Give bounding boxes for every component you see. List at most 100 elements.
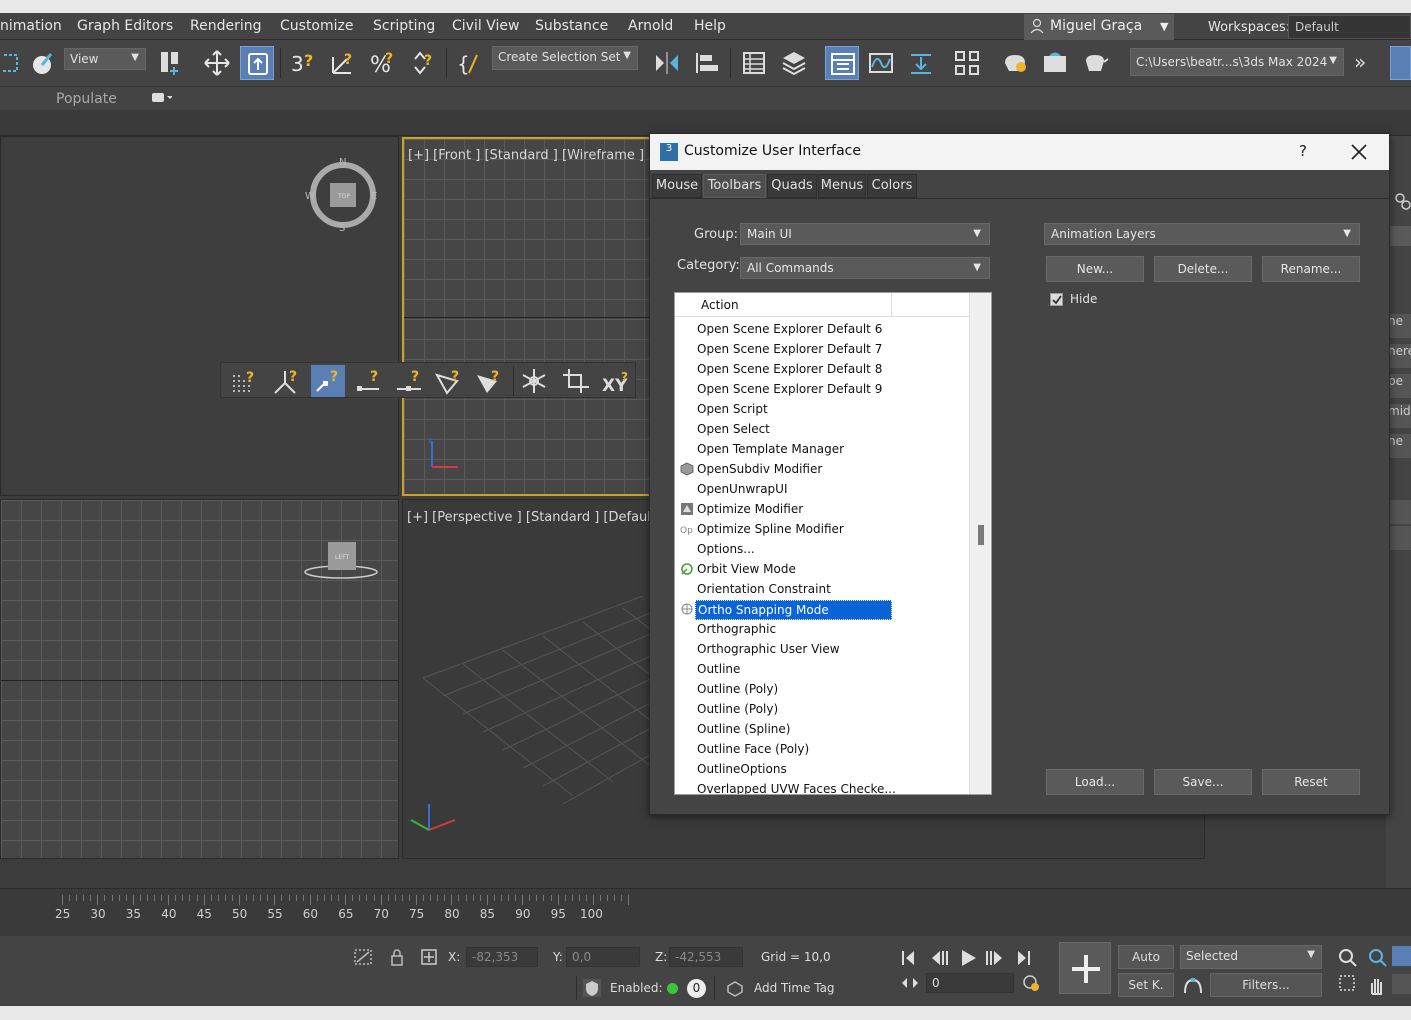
add-time-tag[interactable]: Add Time Tag — [754, 981, 835, 995]
command-panel-field[interactable] — [1388, 500, 1411, 524]
load-button[interactable]: Load... — [1046, 769, 1144, 795]
action-list[interactable]: Action Open Scene Explorer Default 6 Open… — [674, 292, 992, 795]
action-list-item[interactable]: Outline (Poly) — [675, 699, 969, 719]
user-account-dropdown[interactable]: Miguel Graça ▼ — [1024, 14, 1174, 40]
move-button[interactable] — [200, 46, 234, 80]
action-list-item[interactable]: OpenSubdiv Modifier — [675, 459, 969, 479]
vertex-snap-button[interactable]: ? — [311, 365, 345, 397]
named-selection-dropdown[interactable]: Create Selection Set ▼ — [492, 46, 638, 70]
action-list-item[interactable]: Open Scene Explorer Default 7 — [675, 339, 969, 359]
toolbar-dropdown[interactable]: Animation Layers ▼ — [1044, 223, 1360, 245]
category-dropdown[interactable]: All Commands ▼ — [740, 257, 990, 279]
action-list-scrollbar[interactable] — [969, 293, 991, 794]
scrollbar-thumb[interactable] — [978, 525, 984, 545]
action-list-item[interactable]: Outline (Poly) — [675, 679, 969, 699]
zoom-icon[interactable] — [1338, 948, 1358, 968]
key-tangent-icon[interactable] — [1182, 974, 1204, 996]
tab-colors[interactable]: Colors — [867, 174, 917, 198]
x-coord-field[interactable]: -82,353 — [466, 947, 538, 967]
absolute-mode-icon[interactable] — [420, 948, 438, 966]
action-list-item[interactable]: Orthographic User View — [675, 639, 969, 659]
reference-coord-dropdown[interactable]: View ▼ — [64, 48, 146, 70]
action-list-item[interactable]: Outline Face (Poly) — [675, 739, 969, 759]
action-list-item[interactable]: Ortho Snapping Mode — [675, 599, 969, 620]
workspaces-dropdown[interactable]: Default — [1288, 15, 1411, 39]
schematic-view-button[interactable] — [950, 46, 984, 80]
action-list-item[interactable]: Open Scene Explorer Default 8 — [675, 359, 969, 379]
group-dropdown[interactable]: Main UI ▼ — [740, 223, 990, 245]
menu-scripting[interactable]: Scripting — [373, 18, 435, 34]
link-icon[interactable] — [1394, 192, 1411, 212]
menu-animation[interactable]: nimation — [0, 18, 62, 34]
rename-toolbar-button[interactable]: Rename... — [1262, 256, 1360, 282]
time-tag-icon[interactable] — [726, 980, 744, 998]
percent-snap-button[interactable]: %? — [366, 46, 400, 80]
set-key-mode-button[interactable]: Set K. — [1118, 973, 1174, 997]
align-button[interactable] — [690, 46, 724, 80]
menu-help[interactable]: Help — [694, 18, 726, 34]
current-frame-field[interactable]: 0 — [926, 973, 1014, 993]
pan-hand-icon[interactable] — [1366, 974, 1388, 996]
menu-customize[interactable]: Customize — [280, 18, 354, 34]
command-panel-button[interactable]: pe — [1388, 374, 1411, 398]
dope-sheet-button[interactable] — [904, 46, 938, 80]
tab-mouse[interactable]: Mouse — [652, 174, 702, 198]
zoom-region-icon[interactable] — [1338, 974, 1358, 994]
tab-toolbars[interactable]: Toolbars — [703, 174, 766, 198]
pivot-button[interactable] — [154, 46, 188, 80]
rendered-frame-window-button[interactable] — [1038, 46, 1072, 80]
front-viewport-label[interactable]: [+] [Front ] [Standard ] [Wireframe ] — [408, 148, 644, 163]
help-button[interactable]: ? — [1294, 142, 1312, 162]
grid-points-snap-button[interactable]: ? — [227, 365, 261, 397]
key-filters-button[interactable]: Filters... — [1210, 973, 1322, 997]
menu-rendering[interactable]: Rendering — [190, 18, 262, 34]
menu-arnold[interactable]: Arnold — [628, 18, 673, 34]
hide-checkbox[interactable] — [1050, 293, 1063, 306]
command-panel-button[interactable]: here — [1388, 344, 1411, 368]
timeline-track[interactable]: 25 30 35 40 45 50 55 60 65 70 75 80 85 90 95 100 — [0, 888, 1411, 936]
delete-toolbar-button[interactable]: Delete... — [1154, 256, 1252, 282]
snap-to-frozen-button[interactable] — [517, 365, 551, 397]
paint-select-button[interactable] — [26, 46, 60, 80]
spinner-snap-button[interactable]: ? — [406, 46, 440, 80]
zoom-all-icon[interactable] — [1366, 948, 1388, 968]
selection-lock-icon[interactable] — [353, 946, 377, 968]
more-tools-icon[interactable]: » — [1354, 50, 1366, 74]
angle-snap-button[interactable]: ? — [326, 46, 360, 80]
scene-explorer-button[interactable] — [737, 46, 771, 80]
action-list-item[interactable]: Open Template Manager — [675, 439, 969, 459]
action-list-item[interactable]: Options... — [675, 539, 969, 559]
command-panel-button[interactable]: mid — [1388, 404, 1411, 428]
action-list-item[interactable]: OpenUnwrapUI — [675, 479, 969, 499]
time-configuration-icon[interactable] — [1022, 974, 1040, 992]
new-toolbar-button[interactable]: New... — [1046, 256, 1144, 282]
action-list-item[interactable]: Op Optimize Spline Modifier — [675, 519, 969, 539]
mirror-button[interactable] — [650, 46, 684, 80]
action-list-item[interactable]: Overlapped UVW Faces Checke... — [675, 779, 969, 794]
reset-button[interactable]: Reset — [1262, 769, 1360, 795]
action-list-item[interactable]: Outline — [675, 659, 969, 679]
select-manipulate-button[interactable] — [240, 46, 274, 80]
menu-civil-view[interactable]: Civil View — [452, 18, 519, 34]
ribbon-options-icon[interactable] — [152, 92, 172, 104]
z-coord-field[interactable]: -42,553 — [669, 947, 743, 967]
action-list-item[interactable]: Open Scene Explorer Default 6 — [675, 319, 969, 339]
edge-snap-button[interactable]: ? — [473, 365, 507, 397]
y-coord-field[interactable]: 0,0 — [566, 947, 640, 967]
close-icon[interactable] — [1348, 141, 1370, 163]
viewcube-left-icon[interactable]: LEFT — [301, 538, 381, 582]
command-panel-field[interactable] — [1388, 526, 1411, 550]
render-setup-button[interactable] — [998, 46, 1032, 80]
midpoint-snap-button[interactable]: ? — [393, 365, 427, 397]
render-production-button[interactable] — [1078, 46, 1112, 80]
viewcube-compass-icon[interactable]: TOP N S W E — [305, 155, 381, 233]
viewport-left[interactable]: LEFT — [0, 499, 399, 859]
endpoint-snap-button[interactable]: ? — [353, 365, 387, 397]
key-filter-selection-dropdown[interactable]: Selected ▼ — [1180, 945, 1322, 969]
command-panel-button[interactable]: ne — [1388, 434, 1411, 458]
populate-tab[interactable]: Populate — [56, 91, 117, 107]
face-snap-button[interactable]: ? — [433, 365, 467, 397]
layer-explorer-button[interactable] — [777, 46, 811, 80]
menu-substance[interactable]: Substance — [535, 18, 608, 34]
maximize-viewport-button[interactable] — [1392, 974, 1411, 994]
